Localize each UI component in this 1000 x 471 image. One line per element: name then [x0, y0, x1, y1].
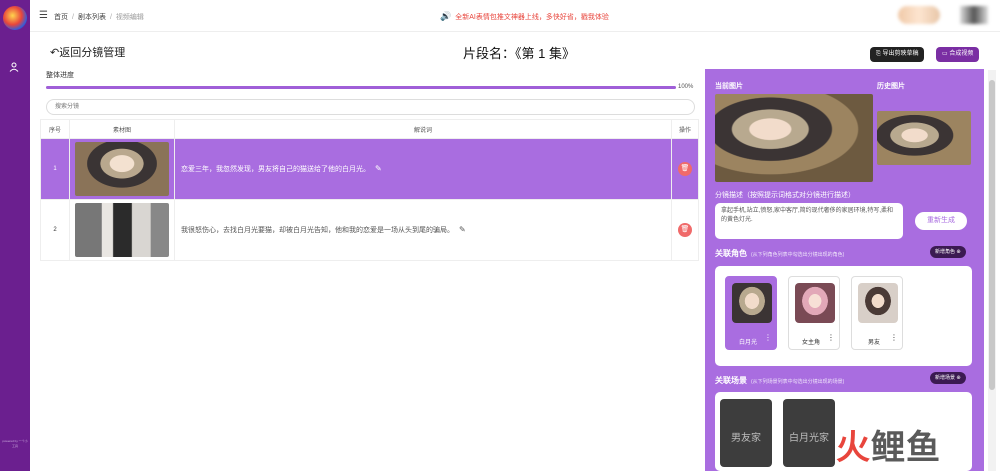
table-header: 序号 素材图 解说词 操作: [40, 119, 699, 139]
col-index: 序号: [40, 119, 70, 139]
progress-fill: [46, 86, 676, 89]
page-title: 片段名：《第 1 集》: [463, 46, 575, 61]
progress-bar: [46, 86, 676, 89]
breadcrumb: 首页 / 剧本列表 / 视频编辑: [54, 14, 144, 21]
character-list: 白月光 ⋮ 女主角 ⋮ 男友 ⋮: [715, 266, 972, 366]
scene-card[interactable]: 白月光家: [783, 399, 835, 467]
avatar[interactable]: [960, 6, 988, 24]
history-image-label: 历史图片: [877, 83, 905, 90]
character-card[interactable]: 男友 ⋮: [851, 276, 903, 350]
desc-label: 分镜描述（按照提示词格式对分镜进行描述）: [715, 192, 855, 199]
scene-section-hint: (从下列场景列表中勾选出分镜出现的场景): [751, 379, 845, 385]
watermark: 火鲤鱼: [836, 429, 941, 467]
user-name-blurred[interactable]: [898, 6, 940, 24]
col-narration: 解说词: [174, 119, 672, 139]
announcement-text[interactable]: 全新AI表情包推文神器上线，多快好省，戳我体验: [455, 14, 609, 21]
character-avatar: [732, 283, 772, 323]
export-draft-button[interactable]: ⎘ 导出剪映草稿: [870, 47, 925, 62]
row-index: 2: [40, 199, 70, 261]
current-image-label: 当前图片: [715, 83, 743, 90]
char-section-title: 关联角色 (从下列角色列表中勾选出分镜出现的角色): [715, 249, 845, 258]
row-image-cell: [69, 199, 175, 261]
more-icon[interactable]: ⋮: [890, 334, 898, 342]
storyboard-table: 序号 素材图 解说词 操作 1 恋爱三年，我忽然发现，男友将自己的猫送给了他的白…: [40, 119, 699, 261]
col-action: 操作: [671, 119, 699, 139]
row-narration: 恋爱三年，我忽然发现，男友将自己的猫送给了他的白月光。 ✎: [174, 138, 672, 200]
char-section-hint: (从下列角色列表中勾选出分镜出现的角色): [751, 252, 845, 258]
breadcrumb-home[interactable]: 首页: [54, 14, 68, 21]
table-row[interactable]: 2 我很怒伤心，去找白月光要猫，却被白月光告知，他和我的恋爱是一场从头到尾的骗局…: [40, 199, 699, 261]
progress-percent: 100%: [678, 84, 694, 90]
top-bar: ☰ 首页 / 剧本列表 / 视频编辑 🔊 全新AI表情包推文神器上线，多快好省，戳我体验: [30, 0, 1000, 32]
col-image: 素材图: [69, 119, 175, 139]
edit-icon[interactable]: ✎: [459, 225, 466, 234]
desc-textarea[interactable]: 拿起手机,站立,愤怒,家中客厅,简约现代奢侈的家居环境,特写,柔和的黄色灯光.: [715, 203, 903, 239]
add-scene-button[interactable]: 新增场景 ⊕: [930, 372, 966, 384]
app-logo[interactable]: [3, 6, 27, 30]
back-arrow-icon: ↶: [50, 47, 60, 59]
delete-icon[interactable]: 🗑: [678, 162, 692, 176]
row-index: 1: [40, 138, 70, 200]
scene-section-title: 关联场景 (从下列场景列表中勾选出分镜出现的场景): [715, 376, 845, 385]
user-icon[interactable]: [8, 62, 20, 74]
announcement[interactable]: 🔊 全新AI表情包推文神器上线，多快好省，戳我体验: [440, 11, 609, 22]
edit-icon[interactable]: ✎: [375, 164, 382, 173]
breadcrumb-current: 视频编辑: [115, 14, 144, 21]
progress-label: 整体进度: [46, 72, 74, 79]
speaker-icon: 🔊: [440, 11, 452, 21]
character-card[interactable]: 白月光 ⋮: [725, 276, 777, 350]
more-icon[interactable]: ⋮: [827, 334, 835, 342]
sidebar: powered by 一个小工具: [0, 0, 30, 471]
row-thumbnail[interactable]: [75, 203, 169, 257]
character-avatar: [795, 283, 835, 323]
row-narration: 我很怒伤心，去找白月光要猫，却被白月光告知，他和我的恋爱是一场从头到尾的骗局。 ✎: [174, 199, 672, 261]
row-action: 🗑: [671, 138, 699, 200]
menu-toggle-icon[interactable]: ☰: [39, 10, 48, 21]
history-image[interactable]: [877, 111, 971, 165]
current-image[interactable]: [715, 94, 873, 182]
row-thumbnail[interactable]: [75, 142, 169, 196]
compose-video-button[interactable]: ▭ 合成视频: [936, 47, 980, 62]
back-button[interactable]: ↶返回分镜管理: [50, 44, 125, 60]
scene-name: 男友家: [731, 433, 761, 444]
scene-card[interactable]: 男友家: [720, 399, 772, 467]
scene-name: 白月光家: [789, 433, 829, 444]
more-icon[interactable]: ⋮: [764, 334, 772, 342]
sidebar-footer: powered by 一个小工具: [2, 439, 28, 448]
breadcrumb-script-list[interactable]: 剧本列表: [78, 14, 106, 21]
scrollbar[interactable]: [988, 70, 996, 471]
row-image-cell: [69, 138, 175, 200]
scrollbar-thumb[interactable]: [989, 80, 995, 390]
detail-panel: 当前图片 历史图片 分镜描述（按照提示词格式对分镜进行描述） 拿起手机,站立,愤…: [705, 69, 984, 471]
row-action: 🗑: [671, 199, 699, 261]
search-input[interactable]: [46, 99, 695, 115]
character-avatar: [858, 283, 898, 323]
delete-icon[interactable]: 🗑: [678, 223, 692, 237]
regenerate-button[interactable]: 重新生成: [915, 212, 967, 230]
add-character-button[interactable]: 新增角色 ⊕: [930, 246, 966, 258]
character-card[interactable]: 女主角 ⋮: [788, 276, 840, 350]
table-row[interactable]: 1 恋爱三年，我忽然发现，男友将自己的猫送给了他的白月光。 ✎ 🗑: [40, 138, 699, 200]
